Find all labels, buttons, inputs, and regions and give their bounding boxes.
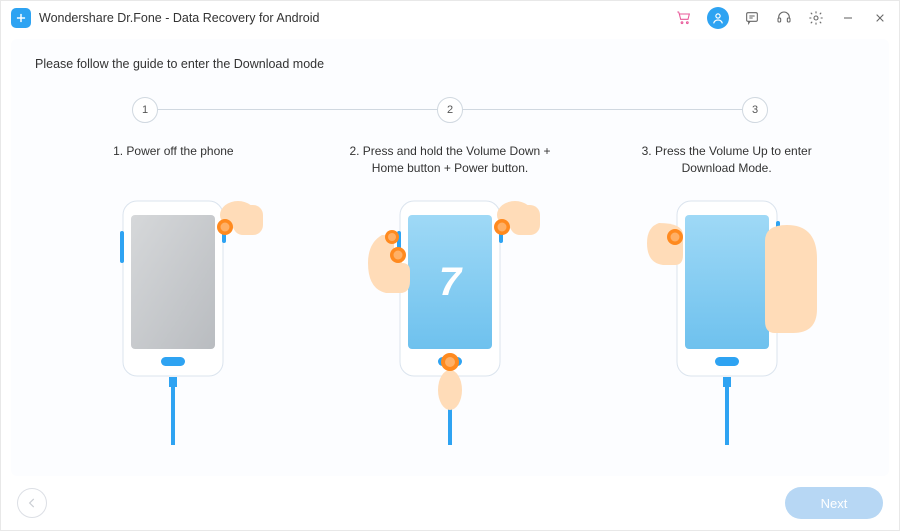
settings-icon[interactable] bbox=[807, 9, 825, 27]
progress-step-1: 1 bbox=[132, 97, 158, 123]
step-2-illustration: 7 bbox=[360, 195, 540, 445]
main-panel: Please follow the guide to enter the Dow… bbox=[11, 39, 889, 476]
step-1: 1. Power off the phone bbox=[45, 143, 302, 445]
feedback-icon[interactable] bbox=[743, 9, 761, 27]
step-1-caption: 1. Power off the phone bbox=[113, 143, 234, 189]
account-icon[interactable] bbox=[707, 7, 729, 29]
window-icons bbox=[675, 7, 889, 29]
cart-icon[interactable] bbox=[675, 9, 693, 27]
footer: Next bbox=[1, 476, 899, 530]
progress-step-3: 3 bbox=[742, 97, 768, 123]
back-button[interactable] bbox=[17, 488, 47, 518]
app-title: Wondershare Dr.Fone - Data Recovery for … bbox=[39, 11, 319, 25]
next-button[interactable]: Next bbox=[785, 487, 883, 519]
progress-step-2: 2 bbox=[437, 97, 463, 123]
step-1-illustration bbox=[83, 195, 263, 445]
step-2: 2. Press and hold the Volume Down + Home… bbox=[322, 143, 579, 445]
app-logo bbox=[11, 8, 31, 28]
steps-container: 1. Power off the phone bbox=[45, 143, 855, 445]
progress-tracker: 1 2 3 bbox=[85, 97, 815, 123]
step-3-caption: 3. Press the Volume Up to enter Download… bbox=[622, 143, 832, 189]
support-icon[interactable] bbox=[775, 9, 793, 27]
close-icon[interactable] bbox=[871, 9, 889, 27]
countdown-text: 7 bbox=[439, 260, 463, 304]
titlebar: Wondershare Dr.Fone - Data Recovery for … bbox=[1, 1, 899, 35]
step-3: 3. Press the Volume Up to enter Download… bbox=[598, 143, 855, 445]
minimize-icon[interactable] bbox=[839, 9, 857, 27]
guide-text: Please follow the guide to enter the Dow… bbox=[35, 57, 865, 71]
step-2-caption: 2. Press and hold the Volume Down + Home… bbox=[345, 143, 555, 189]
step-3-illustration bbox=[637, 195, 817, 445]
